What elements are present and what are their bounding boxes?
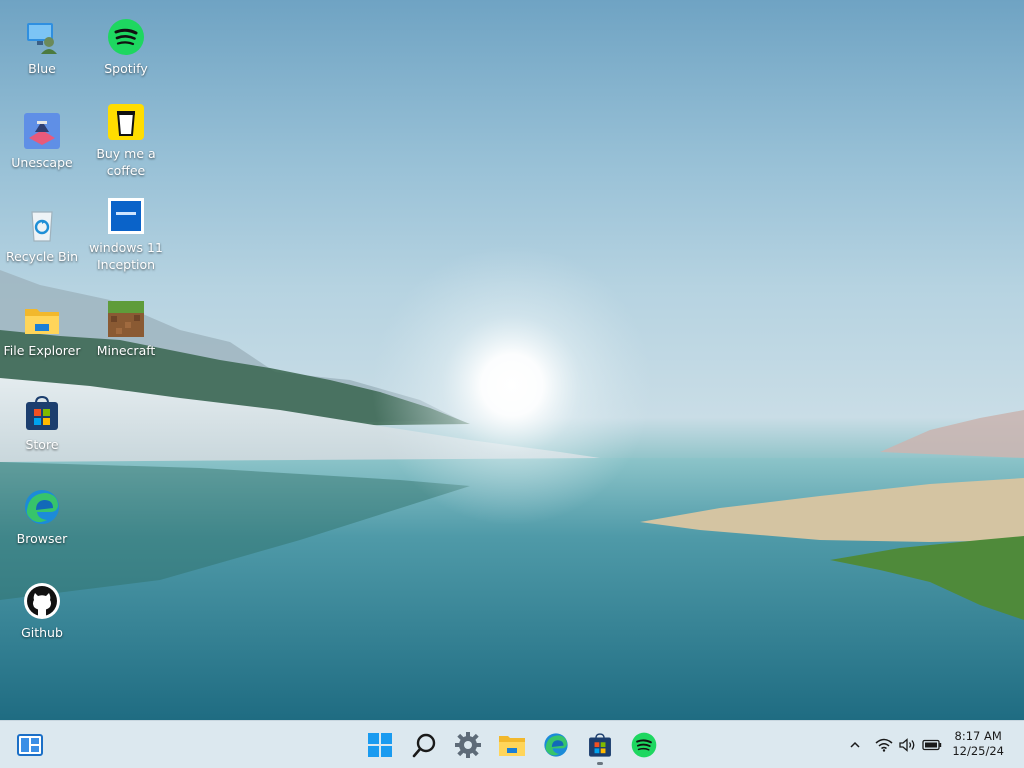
search-button[interactable] xyxy=(409,729,441,761)
desktop-icon-github[interactable]: Github xyxy=(1,582,83,641)
edge-browser-icon xyxy=(25,490,59,524)
desktop-icon-blue[interactable]: Blue xyxy=(1,18,83,77)
start-button[interactable] xyxy=(364,729,396,761)
chevron-up-icon xyxy=(850,741,860,748)
desktop-icon-label: File Explorer xyxy=(3,343,81,358)
desktop-icon-label: Store xyxy=(25,437,59,452)
spotify-button[interactable] xyxy=(628,729,660,761)
desktop-icon-file-explorer[interactable]: File Explorer xyxy=(1,300,83,359)
desktop-icon-spotify[interactable]: Spotify xyxy=(85,18,167,77)
desktop-icon-label: Browser xyxy=(16,531,68,546)
volume-button[interactable] xyxy=(898,735,918,755)
desktop-icon-label: Buy me a coffee xyxy=(96,146,156,178)
spotify-icon xyxy=(108,19,144,55)
clock-date: 12/25/24 xyxy=(952,744,1004,758)
blue-user-monitor-icon xyxy=(27,23,57,54)
wifi-icon xyxy=(875,738,893,752)
clock-time: 8:17 AM xyxy=(954,729,1002,743)
spotify-icon xyxy=(631,732,657,758)
desktop-icon-minecraft[interactable]: Minecraft xyxy=(85,300,167,359)
desktop-icon-browser[interactable]: Browser xyxy=(1,488,83,547)
desktop-icon-store[interactable]: Store xyxy=(1,394,83,453)
desktop-icon-label: Spotify xyxy=(104,61,148,76)
minecraft-grass-block-icon xyxy=(108,301,144,337)
widgets-icon xyxy=(17,734,43,756)
speaker-icon xyxy=(899,738,915,752)
unescape-game-icon xyxy=(24,113,60,149)
desktop-icon-label: Blue xyxy=(28,61,56,76)
desktop-icon-label: Github xyxy=(21,625,63,640)
desktop-icon-label: Recycle Bin xyxy=(5,249,79,264)
github-icon xyxy=(24,583,60,619)
desktop-icon-buy-me-a-coffee[interactable]: Buy me a coffee xyxy=(85,103,167,179)
search-icon xyxy=(412,733,436,758)
wifi-button[interactable] xyxy=(874,735,894,755)
coffee-cup-icon xyxy=(108,104,144,140)
show-hidden-icons-button[interactable] xyxy=(845,735,865,755)
battery-icon xyxy=(922,739,942,751)
store-bag-icon xyxy=(589,733,611,757)
folder-icon xyxy=(25,309,59,334)
running-indicator xyxy=(597,762,603,765)
taskbar: 8:17 AM 12/25/24 xyxy=(0,720,1024,768)
store-bag-icon xyxy=(26,395,58,430)
desktop-icon-unescape[interactable]: Unescape xyxy=(1,112,83,171)
system-clock[interactable]: 8:17 AM 12/25/24 xyxy=(952,729,1004,759)
settings-button[interactable] xyxy=(452,729,484,761)
edge-button[interactable] xyxy=(540,729,572,761)
store-button[interactable] xyxy=(584,729,616,765)
gear-icon xyxy=(455,732,481,758)
windows-start-icon xyxy=(368,733,392,757)
desktop-icon-label: windows 11 Inception xyxy=(89,240,163,272)
edge-browser-icon xyxy=(544,733,568,757)
recycle-bin-icon xyxy=(31,211,53,242)
widgets-button[interactable] xyxy=(14,729,46,761)
windows-inception-icon xyxy=(108,198,144,234)
folder-icon xyxy=(499,736,525,756)
desktop-icon-recycle-bin[interactable]: Recycle Bin xyxy=(1,206,83,265)
desktop-icon-label: Unescape xyxy=(11,155,73,170)
file-explorer-button[interactable] xyxy=(496,729,528,761)
battery-button[interactable] xyxy=(922,735,942,755)
desktop-icon-windows-11-inception[interactable]: windows 11 Inception xyxy=(85,197,167,273)
desktop-icon-label: Minecraft xyxy=(96,343,156,358)
desktop: Blue Spotify Unescape Buy me a coffee Re… xyxy=(0,0,1024,720)
